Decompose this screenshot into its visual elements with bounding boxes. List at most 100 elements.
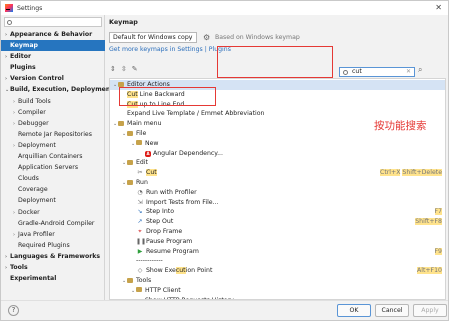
apply-button[interactable]: Apply [413, 304, 447, 317]
action-row[interactable]: ◇ Show Execution Point Alt+F10 [110, 266, 445, 276]
sidebar-item[interactable]: Remote Jar Repositories [1, 129, 105, 140]
action-row-content: A Angular Dependency... [140, 149, 223, 159]
shortcut-label: Ctrl+X Shift+Delete [380, 168, 442, 178]
sidebar-item[interactable]: › Languages & Frameworks [1, 251, 105, 262]
execution-point-icon: ◇ [137, 267, 143, 275]
sidebar-item-label: Required Plugins [18, 241, 70, 249]
folder-icon [136, 140, 142, 146]
action-row[interactable]: ⌄ HTTP Client [110, 286, 445, 296]
help-button[interactable]: ? [8, 305, 19, 316]
sidebar-item[interactable]: Deployment [1, 195, 105, 206]
sidebar-item-label: Build, Execution, Deployment [10, 86, 114, 94]
action-row[interactable]: ⌖ Drop Frame [110, 227, 445, 237]
action-row[interactable]: ------------ [110, 256, 445, 266]
cancel-button[interactable]: Cancel [375, 304, 409, 317]
expand-all-icon[interactable]: ⇕ [110, 65, 116, 75]
sidebar-item-label: Tools [10, 263, 28, 271]
sidebar-item-label: Java Profiler [18, 230, 55, 238]
action-filter-value: cut [352, 68, 362, 75]
sidebar-item-label: Build Tools [18, 97, 51, 105]
shortcut-label: Shift+F8 [415, 217, 442, 227]
action-row-content: ◇ Show Execution Point [131, 266, 212, 276]
gear-icon[interactable]: ⚙ [203, 33, 212, 42]
match-highlight: Cut [127, 100, 138, 108]
sidebar-item[interactable]: Keymap [1, 40, 105, 52]
sidebar-item[interactable]: Application Servers [1, 162, 105, 173]
clear-icon[interactable]: ✕ [406, 68, 411, 76]
action-filter-input[interactable]: cut ✕ [339, 67, 415, 77]
shortcut-label: F7 [434, 207, 442, 217]
step-into-icon: ↘ [137, 208, 143, 216]
action-row[interactable]: Cut up to Line End [110, 100, 445, 110]
action-row[interactable]: ⌄ Tools [110, 276, 445, 286]
action-row[interactable]: A Angular Dependency... [110, 149, 445, 159]
sidebar-item[interactable]: Gradle-Android Compiler [1, 218, 105, 229]
sidebar-item[interactable]: › Build Tools [1, 96, 105, 107]
action-label: Expand Live Template / Emmet Abbreviatio… [127, 110, 265, 118]
action-row[interactable]: ⌄ New [110, 139, 445, 149]
sidebar-item[interactable]: › Docker [1, 207, 105, 218]
action-row[interactable]: ⌄ Editor Actions [110, 80, 445, 90]
sidebar-item[interactable]: Arquillian Containers [1, 151, 105, 162]
sidebar-item-label: Compiler [18, 108, 46, 116]
pause-icon: ❚❚ [136, 237, 147, 245]
action-row[interactable]: Cut Line Backward [110, 90, 445, 100]
action-label: ------------ [136, 257, 163, 265]
match-highlight: cut [175, 267, 186, 275]
folder-icon [127, 277, 133, 283]
action-label: Step Out [146, 218, 174, 226]
annotation-text: 按功能搜索 [374, 120, 427, 132]
folder-icon [118, 120, 124, 126]
ok-button[interactable]: OK [337, 304, 371, 317]
sidebar-item[interactable]: ⌄Build, Execution, Deployment [1, 84, 113, 95]
action-row[interactable]: ◔ Run with Profiler [110, 188, 445, 198]
action-row[interactable]: ⇲ Import Tests from File... [110, 198, 445, 208]
sidebar-item[interactable]: › Debugger [1, 118, 105, 129]
sidebar-item[interactable]: › Deployment [1, 140, 105, 151]
more-keymaps-link[interactable]: Get more keymaps in Settings | Plugins [109, 46, 231, 53]
page-title: Keymap [109, 18, 138, 26]
sidebar-item[interactable]: › Editor [1, 51, 105, 62]
sidebar-item-label: Version Control [10, 75, 64, 83]
action-label: Line Backward [137, 90, 185, 98]
close-icon[interactable]: ✕ [435, 3, 442, 12]
action-row-content: ⇲ Import Tests from File... [131, 198, 218, 208]
shortcut-label: F9 [434, 247, 442, 257]
action-row-content: ↘ Step Into [131, 207, 174, 217]
action-row[interactable]: ↗ Step Out Shift+F8 [110, 217, 445, 227]
action-row[interactable]: ⌄ Edit [110, 158, 445, 168]
action-row[interactable]: ❚❚Pause Program [110, 237, 445, 247]
step-out-icon: ↗ [137, 218, 143, 226]
sidebar-item[interactable]: › Java Profiler [1, 229, 105, 240]
action-label: Drop Frame [146, 228, 183, 235]
sidebar-item[interactable]: Experimental [1, 273, 105, 284]
keymap-scheme-select[interactable]: Default for Windows copy ⌄ [109, 32, 197, 43]
action-row[interactable]: ⌄ Run [110, 178, 445, 188]
action-row[interactable]: ↘ Step Into F7 [110, 207, 445, 217]
sidebar-item[interactable]: › Tools [1, 262, 105, 273]
sidebar-item[interactable]: Required Plugins [1, 240, 105, 251]
collapse-all-icon[interactable]: ⇳ [121, 65, 127, 75]
sidebar-item[interactable]: › Compiler [1, 107, 105, 118]
sidebar-item[interactable]: Plugins [1, 62, 105, 73]
shortcut-key: Shift+Delete [402, 169, 442, 177]
action-row[interactable]: ▶ Resume Program F9 [110, 247, 445, 257]
edit-pencil-icon[interactable]: ✎ [132, 65, 138, 75]
find-by-shortcut-icon[interactable]: ⌕ [418, 65, 428, 75]
action-label: ion Point [185, 267, 213, 275]
action-label: Resume Program [146, 247, 199, 255]
sidebar-item-label: Remote Jar Repositories [18, 130, 92, 138]
sidebar-item[interactable]: Clouds [1, 173, 105, 184]
action-row[interactable]: ✂ Cut Ctrl+X Shift+Delete [110, 168, 445, 178]
sidebar-item[interactable]: › Version Control [1, 73, 105, 84]
sidebar-item-label: Appearance & Behavior [10, 31, 93, 38]
sidebar-item[interactable]: Coverage [1, 184, 105, 195]
sidebar-item-label: Plugins [10, 64, 36, 72]
settings-search-input[interactable] [4, 17, 102, 27]
window-title: Settings [17, 4, 43, 12]
sidebar-item[interactable]: › Appearance & Behavior [1, 29, 105, 40]
folder-icon [136, 287, 142, 293]
action-label: Run [136, 179, 148, 186]
action-row-content: Cut Line Backward [122, 90, 185, 100]
chevron-down-icon: ⌄ [187, 34, 193, 41]
